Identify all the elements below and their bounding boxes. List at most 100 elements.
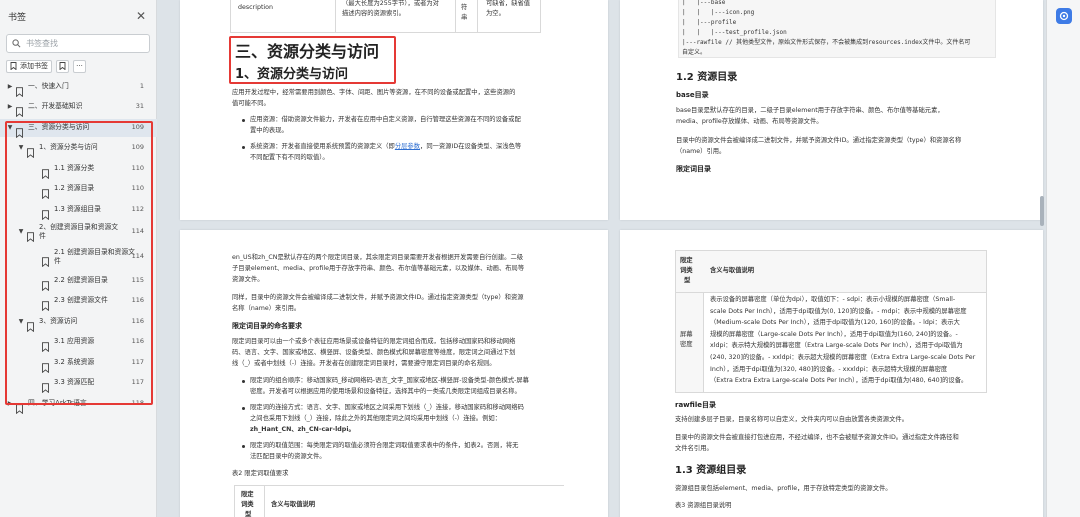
bookmark-page-number: 1	[139, 82, 144, 90]
table-cell: 屏幕	[680, 331, 693, 338]
table-cell-line: （Extra Extra Extra Large-scale Dots Per …	[710, 377, 968, 385]
paragraph: en_US和zh_CN是默认存在的两个限定词目录，其余限定词目录需要开发者根据开…	[232, 254, 524, 261]
vertical-scrollbar[interactable]	[1040, 196, 1044, 226]
bookmark-item[interactable]: 3.3 资源匹配 117	[0, 374, 157, 394]
sidebar-toolbar: 添加书签 ···	[6, 59, 156, 73]
bookmark-label: 2.1 创建资源目录和资源文件	[54, 248, 135, 265]
bookmark-item[interactable]: 1.2 资源目录 110	[0, 180, 157, 200]
bookmark-item[interactable]: ▼ 三、资源分类与访问 109	[0, 119, 157, 139]
bullet-text: 置中的表现。	[250, 127, 288, 134]
table-cell: 密度	[680, 341, 693, 348]
assistant-icon[interactable]	[1056, 8, 1072, 24]
bookmark-label: 二、开发基础知识	[28, 102, 83, 110]
add-bookmark-label: 添加书签	[20, 62, 48, 70]
add-bookmark-button[interactable]: 添加书签	[6, 59, 52, 73]
paragraph: 限定词目录可以由一个或多个表征应用场景或设备特征的限定词组合而成，包括移动国家码…	[232, 338, 516, 345]
subsection-heading: rawfile目录	[675, 401, 716, 409]
layered-params-link[interactable]: 分层参数	[395, 143, 420, 150]
paragraph: 子目录element、media、profile用于存放字符串、颜色、布尔值等基…	[232, 265, 525, 272]
sidebar-title: 书签	[8, 12, 27, 23]
caret-right-icon[interactable]: ▶	[7, 83, 13, 90]
paragraph: 应用开发过程中，经常需要用到颜色、字体、间距、图片等资源，在不同的设备或配置中，…	[232, 89, 516, 96]
bookmark-page-number: 114	[131, 227, 144, 235]
bookmark-item[interactable]: ▼ 1、资源分类与访问 109	[0, 139, 157, 159]
bookmark-item[interactable]: 2.3 创建资源文件 116	[0, 292, 157, 312]
search-icon	[12, 39, 21, 48]
bookmark-item[interactable]: 3.2 系统资源 117	[0, 354, 157, 374]
document-page: description （最大长度为255字节），或者为对 描述内容的资源索引。…	[180, 0, 608, 220]
paragraph: 目录中的资源文件会被直接打包进应用，不经过编译，也不会被赋予资源文件ID。通过指…	[675, 434, 959, 441]
close-icon[interactable]: ✕	[136, 10, 146, 22]
bookmark-icon	[26, 143, 35, 159]
section-heading: 1.3 资源组目录	[675, 465, 747, 476]
caret-right-icon[interactable]: ▶	[7, 103, 13, 110]
bookmark-search-field[interactable]	[6, 34, 150, 53]
sidebar-header: 书签 ✕	[0, 0, 156, 32]
bookmark-toggle-button[interactable]	[56, 59, 69, 73]
paragraph: 资源文件。	[232, 276, 264, 283]
paragraph: base目录是默认存在的目录，二级子目录element用于存放字符串、颜色、布尔…	[676, 107, 944, 114]
bullet-icon	[242, 407, 245, 410]
bookmark-item[interactable]: 1.3 资源组目录 112	[0, 201, 157, 221]
table-header: 词类	[241, 501, 254, 508]
paragraph: 名称（name）来引用。	[232, 305, 301, 312]
table-header: 型	[245, 511, 252, 517]
code-line: 自定义。	[682, 49, 707, 56]
bookmark-page-number: 117	[131, 378, 144, 386]
bookmark-icon	[41, 337, 50, 353]
bookmark-item[interactable]: 3.1 应用资源 116	[0, 333, 157, 353]
bookmark-item[interactable]: ▶ 一、快速入门 1	[0, 78, 157, 98]
caret-right-icon[interactable]: ▶	[7, 400, 13, 407]
section-heading: 1.2 资源目录	[676, 72, 738, 83]
bullet-text: 密度。开发者可以根据应用的使用场景和设备特征，选择其中的一类或几类限定词组成目录…	[250, 388, 521, 395]
caret-down-icon[interactable]: ▼	[18, 144, 24, 151]
bookmark-item[interactable]: ▶ 二、开发基础知识 31	[0, 98, 157, 118]
code-line: | |---base	[682, 0, 726, 6]
bookmark-item[interactable]: ▼ 2、创建资源目录和资源文件 114	[0, 221, 157, 243]
bookmark-item[interactable]: 1.1 资源分类 110	[0, 160, 157, 180]
bullet-icon	[242, 119, 245, 122]
bullet-icon	[242, 445, 245, 448]
bookmark-icon	[41, 358, 50, 374]
table-cell-line: Inch），适用于dpi取值为(320, 480]的设备。- xxxldpi：表…	[710, 365, 948, 373]
bullet-icon	[242, 380, 245, 383]
bookmark-label: 3.2 系统资源	[54, 358, 95, 366]
bullet-text: 应用资源：借助资源文件能力，开发者在应用中自定义资源，自行管理这些资源在不同的设…	[250, 116, 521, 123]
document-viewer[interactable]: description （最大长度为255字节），或者为对 描述内容的资源索引。…	[158, 0, 1046, 517]
bookmark-icon	[10, 62, 17, 70]
table-cell: 可缺省，缺省值为空。	[486, 0, 531, 17]
bookmark-page-number: 117	[131, 358, 144, 366]
bookmark-label: 2.2 创建资源目录	[54, 276, 108, 284]
bookmark-page-number: 115	[131, 276, 144, 284]
bullet-text: 限定词的连接方式：语言、文字、国家或地区之间采用下划线（_）连接，移动国家码和移…	[250, 404, 524, 411]
bookmark-item[interactable]: ▼ 3、资源访问 116	[0, 313, 157, 333]
bookmark-page-number: 109	[131, 143, 144, 151]
caret-down-icon[interactable]: ▼	[18, 318, 24, 325]
bookmark-search-input[interactable]	[26, 39, 136, 48]
bookmark-label: 一、快速入门	[28, 82, 69, 90]
caret-down-icon[interactable]: ▼	[18, 228, 24, 235]
code-line: | | |---test_profile.json	[682, 29, 787, 36]
table-cell: 描述内容的资源索引。	[342, 10, 405, 17]
bookmark-item[interactable]: ▶ 四、学习ArkTs语言 118	[0, 395, 157, 415]
bookmark-icon	[26, 227, 35, 243]
bookmark-item[interactable]: 2.2 创建资源目录 115	[0, 272, 157, 292]
table-cell-line: xldpi：表示特大规模的屏幕密度（Extra Large-scale Dots…	[710, 342, 963, 350]
paragraph: 支持创建多层子目录，目录名称可以自定义，文件夹内可以自由放置各类资源文件。	[675, 416, 908, 423]
table-cell: 串	[461, 14, 468, 21]
table-header: 限定	[241, 491, 254, 498]
bookmark-icon	[26, 317, 35, 333]
bullet-text: 限定词的取值范围：每类限定词的取值必须符合限定词取值要求表中的条件，如表2。否则…	[250, 442, 519, 449]
table-header: 含义与取值说明	[271, 501, 316, 508]
more-button[interactable]: ···	[73, 59, 86, 73]
bookmark-item[interactable]: 2.1 创建资源目录和资源文件 114	[0, 246, 157, 268]
table-cell: 符	[461, 4, 468, 11]
caret-down-icon[interactable]: ▼	[7, 124, 13, 131]
table-header: 型	[684, 277, 691, 284]
table-cell-line: （Medium-scale Dots Per Inch），适用于dpi取值为(1…	[710, 319, 960, 327]
assistant-glyph-icon	[1059, 11, 1069, 21]
bullet-text: 系统资源：开发者直接使用系统预置的资源定义（即分层参数，同一资源ID在设备类型、…	[250, 143, 522, 150]
bookmark-icon	[15, 82, 24, 98]
bookmark-page-number: 116	[131, 296, 144, 304]
section-heading: 1、资源分类与访问	[235, 67, 349, 82]
